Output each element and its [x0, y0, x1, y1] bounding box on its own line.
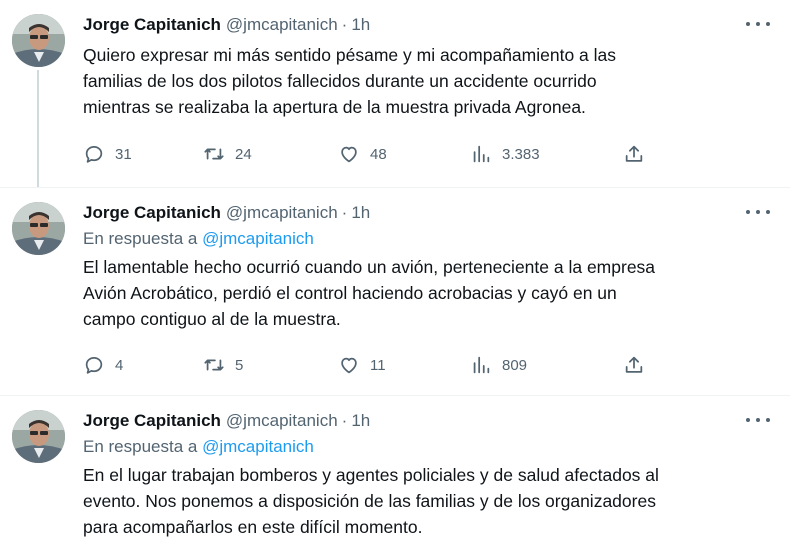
retweet-button[interactable]: 24 — [203, 143, 252, 165]
author-handle[interactable]: @jmcapitanich — [226, 202, 338, 224]
tweet-header: Jorge Capitanich @jmcapitanich · 1h — [83, 202, 370, 224]
reply-count: 31 — [115, 145, 132, 163]
more-icon[interactable] — [746, 412, 770, 428]
reply-icon — [85, 145, 103, 163]
reply-count: 4 — [115, 356, 124, 374]
views-count: 3.383 — [502, 145, 540, 163]
author-handle[interactable]: @jmcapitanich — [226, 410, 338, 432]
tweet-text: El lamentable hecho ocurrió cuando un av… — [83, 257, 656, 329]
reply-to-mention[interactable]: @jmcapitanich — [202, 229, 314, 248]
tweet-actions: 31 24 48 3.383 — [83, 143, 653, 165]
timestamp[interactable]: 1h — [351, 410, 370, 432]
views-icon — [473, 356, 490, 374]
reply-context: En respuesta a @jmcapitanich — [83, 228, 314, 250]
reply-to-prefix: En respuesta a — [83, 229, 198, 248]
author-name[interactable]: Jorge Capitanich — [83, 202, 221, 224]
reply-button[interactable]: 31 — [83, 143, 132, 165]
author-name[interactable]: Jorge Capitanich — [83, 410, 221, 432]
tweet-text: En el lugar trabajan bomberos y agentes … — [83, 465, 659, 537]
tweet[interactable]: Jorge Capitanich @jmcapitanich · 1h En r… — [0, 188, 790, 395]
tweet[interactable]: Jorge Capitanich @jmcapitanich · 1h Quie… — [0, 0, 790, 187]
avatar[interactable] — [12, 410, 65, 463]
tweet-thread: Jorge Capitanich @jmcapitanich · 1h Quie… — [0, 0, 790, 557]
author-handle[interactable]: @jmcapitanich — [226, 14, 338, 36]
avatar[interactable] — [12, 14, 65, 67]
views-button[interactable]: 809 — [470, 354, 527, 376]
separator: · — [341, 203, 348, 222]
thread-connector — [37, 70, 39, 187]
tweet-actions: 4 5 11 809 — [83, 354, 653, 376]
heart-icon — [341, 357, 357, 374]
retweet-count: 24 — [235, 145, 252, 163]
avatar-image — [12, 410, 65, 463]
more-icon[interactable] — [746, 204, 770, 220]
like-button[interactable]: 48 — [338, 143, 387, 165]
retweet-icon — [204, 148, 224, 160]
like-count: 11 — [370, 356, 386, 374]
reply-to-mention[interactable]: @jmcapitanich — [202, 437, 314, 456]
retweet-button[interactable]: 5 — [203, 354, 243, 376]
retweet-icon — [204, 359, 224, 371]
more-icon[interactable] — [746, 16, 770, 32]
reply-button[interactable]: 4 — [83, 354, 123, 376]
share-button[interactable] — [623, 354, 645, 376]
share-button[interactable] — [623, 143, 645, 165]
avatar-image — [12, 14, 65, 67]
tweet-header: Jorge Capitanich @jmcapitanich · 1h — [83, 14, 370, 36]
reply-to-prefix: En respuesta a — [83, 437, 198, 456]
timestamp[interactable]: 1h — [351, 202, 370, 224]
share-icon — [625, 145, 643, 162]
like-count: 48 — [370, 145, 387, 163]
like-button[interactable]: 11 — [338, 354, 386, 376]
views-icon — [473, 145, 490, 163]
separator: · — [341, 15, 348, 34]
author-name[interactable]: Jorge Capitanich — [83, 14, 221, 36]
tweet-header: Jorge Capitanich @jmcapitanich · 1h — [83, 410, 370, 432]
tweet[interactable]: Jorge Capitanich @jmcapitanich · 1h En r… — [0, 396, 790, 557]
views-count: 809 — [502, 356, 528, 374]
reply-context: En respuesta a @jmcapitanich — [83, 436, 314, 458]
reply-icon — [85, 356, 103, 374]
separator: · — [341, 411, 348, 430]
timestamp[interactable]: 1h — [351, 14, 370, 36]
share-icon — [625, 356, 643, 373]
views-button[interactable]: 3.383 — [470, 143, 540, 165]
retweet-count: 5 — [235, 356, 244, 374]
heart-icon — [341, 146, 357, 163]
avatar-image — [12, 202, 65, 255]
tweet-text: Quiero expresar mi más sentido pésame y … — [83, 45, 617, 117]
avatar[interactable] — [12, 202, 65, 255]
